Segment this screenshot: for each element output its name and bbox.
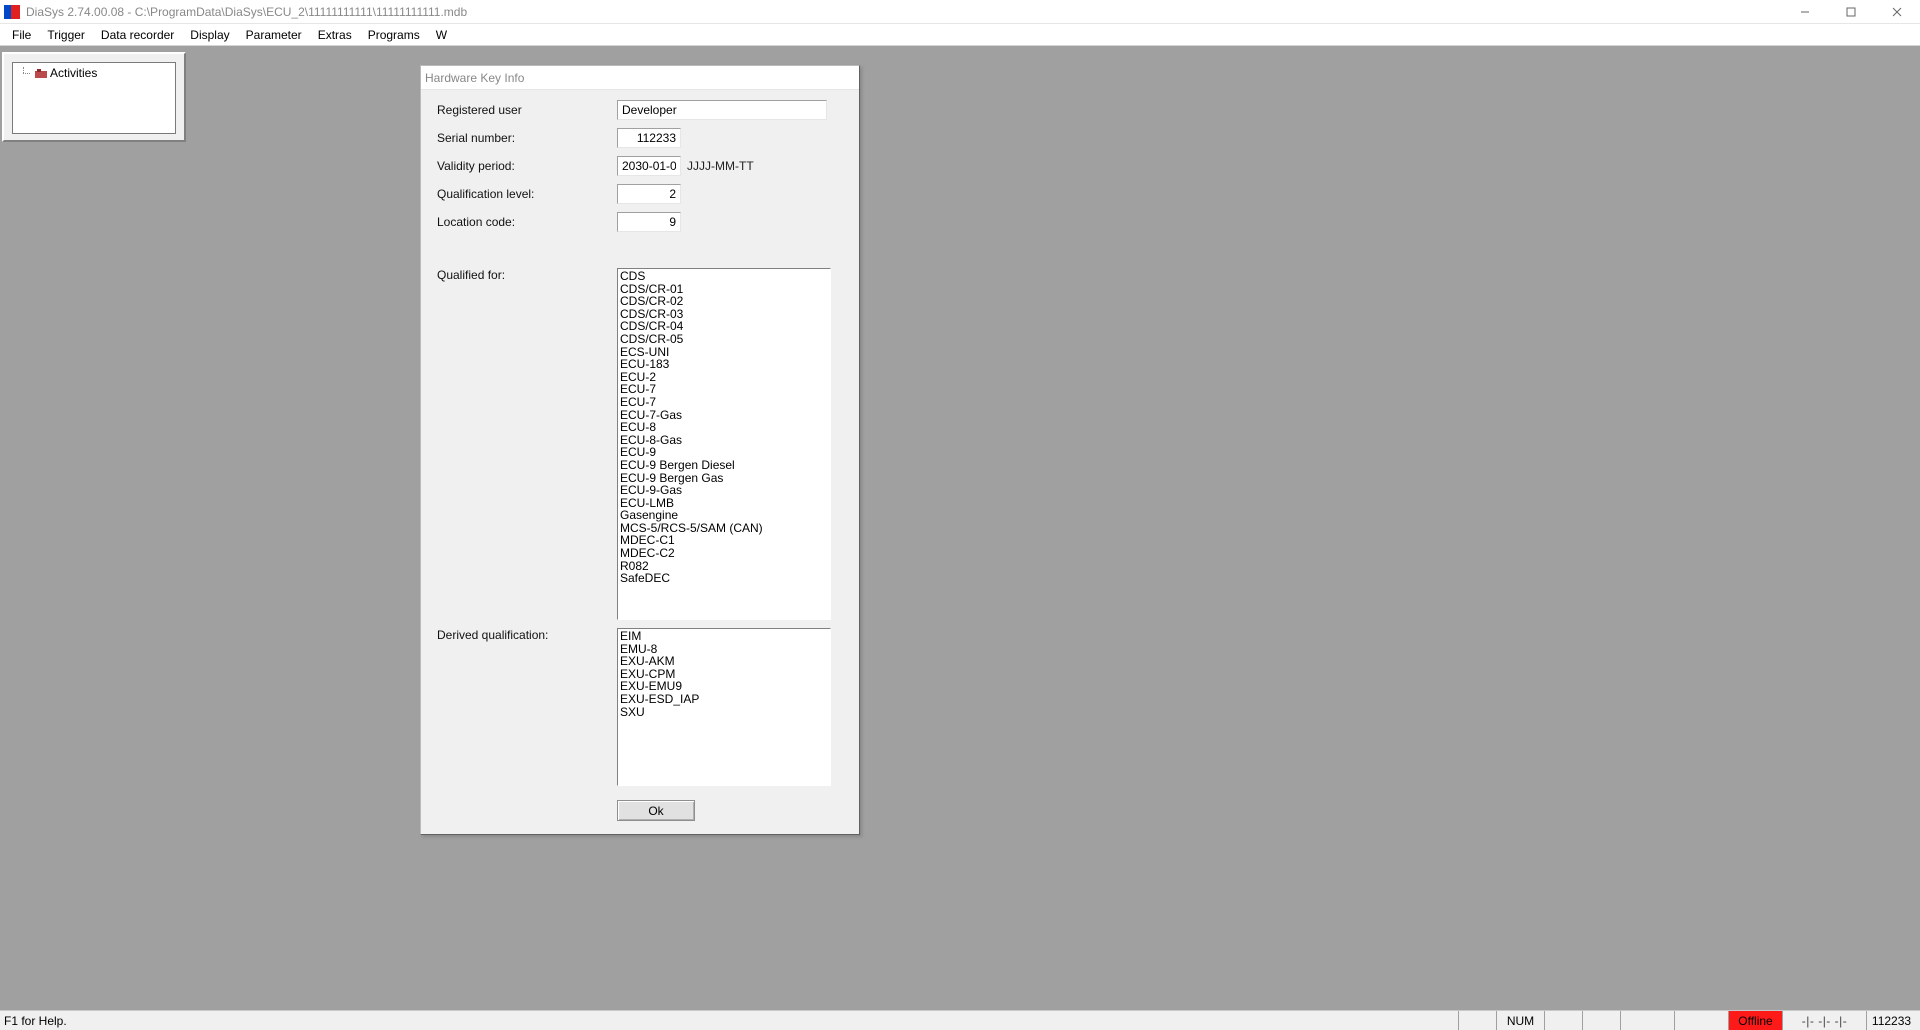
list-item[interactable]: SXU bbox=[620, 706, 828, 719]
label-qualification-level: Qualification level: bbox=[437, 187, 617, 201]
label-derived-qualification: Derived qualification: bbox=[437, 628, 617, 642]
status-offline: Offline bbox=[1728, 1011, 1782, 1030]
status-help-text: F1 for Help. bbox=[0, 1011, 1458, 1030]
workspace: Activities Hardware Key Info Registered … bbox=[0, 46, 1920, 1010]
menu-parameter[interactable]: Parameter bbox=[238, 25, 310, 45]
status-cell-5 bbox=[1674, 1011, 1728, 1030]
status-serial: 112233 bbox=[1866, 1011, 1920, 1030]
ok-button[interactable]: Ok bbox=[617, 800, 695, 821]
list-item[interactable]: ECU-9-Gas bbox=[620, 484, 828, 497]
menu-data-recorder[interactable]: Data recorder bbox=[93, 25, 182, 45]
list-item[interactable]: SafeDEC bbox=[620, 572, 828, 585]
label-validity-period: Validity period: bbox=[437, 159, 617, 173]
hardware-key-info-dialog: Hardware Key Info Registered user Serial… bbox=[420, 65, 860, 835]
list-item[interactable]: EXU-ESD_IAP bbox=[620, 693, 828, 706]
label-registered-user: Registered user bbox=[437, 103, 617, 117]
label-location-code: Location code: bbox=[437, 215, 617, 229]
status-cell-4 bbox=[1620, 1011, 1674, 1030]
menu-extras[interactable]: Extras bbox=[310, 25, 360, 45]
list-item[interactable]: EXU-AKM bbox=[620, 655, 828, 668]
list-item[interactable]: MDEC-C2 bbox=[620, 547, 828, 560]
menu-file[interactable]: File bbox=[4, 25, 39, 45]
titlebar: DiaSys 2.74.00.08 - C:\ProgramData\DiaSy… bbox=[0, 0, 1920, 24]
activities-panel: Activities bbox=[2, 52, 186, 142]
label-serial-number: Serial number: bbox=[437, 131, 617, 145]
list-item[interactable]: CDS bbox=[620, 270, 828, 283]
label-qualified-for: Qualified for: bbox=[437, 268, 617, 282]
statusbar: F1 for Help. NUM Offline -|- -|- -|- 112… bbox=[0, 1010, 1920, 1030]
status-cell-1 bbox=[1458, 1011, 1496, 1030]
maximize-button[interactable] bbox=[1828, 0, 1874, 24]
validity-format-hint: JJJJ-MM-TT bbox=[687, 159, 754, 173]
menu-w[interactable]: W bbox=[428, 25, 455, 45]
menu-trigger[interactable]: Trigger bbox=[39, 25, 93, 45]
list-item[interactable]: ECU-9 Bergen Diesel bbox=[620, 459, 828, 472]
location-code-field[interactable] bbox=[617, 212, 681, 232]
list-item[interactable]: Gasengine bbox=[620, 509, 828, 522]
dialog-title: Hardware Key Info bbox=[421, 66, 859, 90]
menubar: File Trigger Data recorder Display Param… bbox=[0, 24, 1920, 46]
list-item[interactable]: ECU-183 bbox=[620, 358, 828, 371]
validity-period-field[interactable] bbox=[617, 156, 681, 176]
status-num: NUM bbox=[1496, 1011, 1544, 1030]
list-item[interactable]: CDS/CR-02 bbox=[620, 295, 828, 308]
tree-node-activities[interactable]: Activities bbox=[18, 66, 170, 80]
qualified-for-list[interactable]: CDSCDS/CR-01CDS/CR-02CDS/CR-03CDS/CR-04C… bbox=[617, 268, 831, 620]
activities-tree[interactable]: Activities bbox=[12, 62, 176, 134]
status-digits: -|- -|- -|- bbox=[1782, 1011, 1866, 1030]
menu-programs[interactable]: Programs bbox=[360, 25, 428, 45]
tree-branch-icon bbox=[18, 67, 32, 79]
serial-number-field[interactable] bbox=[617, 128, 681, 148]
window-controls bbox=[1782, 0, 1920, 24]
list-item[interactable]: EIM bbox=[620, 630, 828, 643]
app-logo-icon bbox=[4, 5, 20, 19]
registered-user-field[interactable] bbox=[617, 100, 827, 120]
list-item[interactable]: CDS/CR-05 bbox=[620, 333, 828, 346]
menu-display[interactable]: Display bbox=[182, 25, 237, 45]
minimize-button[interactable] bbox=[1782, 0, 1828, 24]
qualification-level-field[interactable] bbox=[617, 184, 681, 204]
list-item[interactable]: ECU-7 bbox=[620, 396, 828, 409]
window-title: DiaSys 2.74.00.08 - C:\ProgramData\DiaSy… bbox=[26, 5, 1782, 19]
list-item[interactable]: ECU-8 bbox=[620, 421, 828, 434]
status-cell-3 bbox=[1582, 1011, 1620, 1030]
close-button[interactable] bbox=[1874, 0, 1920, 24]
tree-label: Activities bbox=[50, 66, 97, 80]
activities-icon bbox=[34, 67, 48, 79]
status-cell-2 bbox=[1544, 1011, 1582, 1030]
derived-qualification-list[interactable]: EIMEMU-8EXU-AKMEXU-CPMEXU-EMU9EXU-ESD_IA… bbox=[617, 628, 831, 786]
